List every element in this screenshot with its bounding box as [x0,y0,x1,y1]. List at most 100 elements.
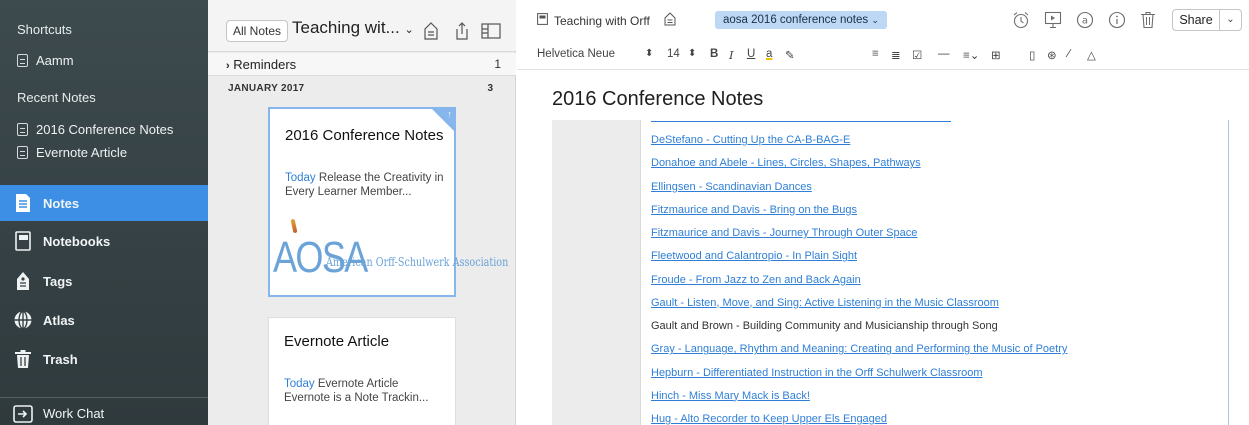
editor-header: Teaching with Orff aosa 2016 conference … [517,0,1249,40]
nav-label: Notebooks [43,233,111,249]
session-link[interactable]: Hug - Alto Recorder to Keep Upper Els En… [651,412,887,425]
session-link[interactable]: DeStefano - Cutting Up the CA-B-BAG-E [651,133,850,147]
checkbox-icon[interactable]: ☑ [912,48,922,62]
nav-label: Atlas [43,312,75,328]
chat-icon [13,404,33,424]
mention-icon[interactable]: a [1074,9,1096,31]
recent-notes-heading: Recent Notes [17,90,96,105]
tag-icon [13,271,33,291]
note-list-header: All Notes Teaching wit... ⌄ [208,0,516,52]
chevron-down-icon: ⌄ [404,24,414,36]
tag-label: aosa 2016 conference notes [723,14,869,26]
chevron-right-icon: › [226,60,230,72]
notes-icon [13,193,33,213]
sidebar-item-notebooks[interactable]: Notebooks [0,223,208,259]
align-icon[interactable]: ≡⌄ [963,48,979,62]
share-label: Share [1173,10,1220,30]
font-family-select[interactable]: Helvetica Neue [537,48,615,60]
chevron-down-icon[interactable]: ⌄ [1220,10,1241,30]
note-body[interactable]: DeStefano - Cutting Up the CA-B-BAG-E Don… [640,120,1229,425]
note-card-date: Today [284,378,315,390]
note-card-date: Today [285,172,316,184]
link-underline-fragment [651,121,951,122]
bold-icon[interactable]: B [710,48,718,60]
shortcut-item[interactable]: Aamm [17,50,74,70]
reminder-alarm-icon[interactable] [1010,9,1032,31]
note-card-title: Evernote Article [284,333,390,350]
note-body-area: DeStefano - Cutting Up the CA-B-BAG-E Don… [552,120,1229,425]
session-link[interactable]: Hepburn - Differentiated Instruction in … [651,366,983,380]
note-title[interactable]: 2016 Conference Notes [552,88,763,111]
notebook-icon [537,13,548,28]
tag-pill[interactable]: aosa 2016 conference notes ⌄ [715,11,887,29]
notebook-selector[interactable]: Teaching with Orff [537,12,676,29]
session-link[interactable]: Froude - From Jazz to Zen and Back Again [651,273,861,287]
divider-icon[interactable]: — [938,48,950,60]
note-card-title: 2016 Conference Notes [285,127,444,144]
underline-icon[interactable]: U [747,48,755,60]
all-notes-button[interactable]: All Notes [226,20,289,42]
session-link[interactable]: Gray - Language, Rhythm and Meaning: Cre… [651,342,1067,356]
note-card-snippet: Today Release the Creativity in Every Le… [285,171,450,199]
sidebar-item-trash[interactable]: Trash [0,341,208,377]
session-link[interactable]: Ellingsen - Scandinavian Dances [651,180,812,194]
recent-note-item[interactable]: Evernote Article [17,142,127,162]
share-notebook-icon[interactable] [451,20,473,42]
bulleted-list-icon[interactable]: ≡ [872,48,879,60]
nav-label: Trash [43,351,78,367]
notebook-name: Teaching with Orff [554,13,650,28]
reminders-toggle[interactable]: › Reminders [226,57,296,72]
note-card[interactable]: ↑ 2016 Conference Notes Today Release th… [268,107,508,297]
notebook-info-icon[interactable] [420,20,442,42]
draw-icon[interactable]: △ [1087,48,1096,62]
italic-icon[interactable]: I [729,48,734,62]
table-icon[interactable]: ⊞ [991,48,1001,62]
note-editor: Teaching with Orff aosa 2016 conference … [517,0,1249,425]
shortcut-label: Aamm [36,52,74,68]
sidebar-item-tags[interactable]: Tags [0,263,208,299]
session-link[interactable]: Fitzmaurice and Davis - Journey Through … [651,226,917,240]
sidebar-item-notes[interactable]: Notes [0,185,208,221]
session-link[interactable]: Gault - Listen, Move, and Sing: Active L… [651,296,999,310]
notebook-title-dropdown[interactable]: Teaching wit... ⌄ [292,18,414,38]
session-link[interactable]: Fitzmaurice and Davis - Bring on the Bug… [651,203,857,217]
svg-text:a: a [1082,16,1088,27]
font-size-select[interactable]: 14 [667,48,680,60]
trash-icon [13,349,33,369]
encrypt-icon[interactable]: ⊛ [1047,48,1057,62]
share-button[interactable]: Share ⌄ [1172,9,1242,31]
month-header: JANUARY 2017 [228,83,305,94]
recent-note-label: 2016 Conference Notes [36,121,174,137]
month-count: 3 [487,83,493,94]
recent-note-item[interactable]: 2016 Conference Notes [17,119,173,139]
attachment-icon[interactable]: ∕ [1068,48,1070,60]
formatting-toolbar: Helvetica Neue ⬍ 14 ⬍ B I U a ✎ ≡ ≣ ☑ — … [517,40,1249,70]
work-chat-button[interactable]: Work Chat [0,397,208,425]
reminders-row[interactable]: › Reminders 1 [208,53,516,76]
nav-label: Notes [43,195,80,211]
numbered-list-icon[interactable]: ≣ [891,48,901,62]
shortcuts-heading: Shortcuts [17,22,72,37]
notebook-title: Teaching wit... [292,18,400,37]
nav-label: Tags [43,273,73,289]
info-icon[interactable] [1106,9,1128,31]
arrow-up-icon: ↑ [447,109,453,119]
note-card[interactable]: Evernote Article Today Evernote Article … [268,317,456,425]
stepper-icon[interactable]: ⬍ [645,48,653,59]
logo-flame [290,218,298,234]
session-link[interactable]: Donahoe and Abele - Lines, Circles, Shap… [651,156,921,170]
microphone-icon[interactable]: ▯ [1029,48,1035,62]
stepper-icon[interactable]: ⬍ [688,48,696,59]
note-icon [17,53,28,67]
present-icon[interactable] [1042,9,1064,31]
text-color-icon[interactable]: a [766,48,772,60]
aosa-logo: AOSA American Orff-Schulwerk Association [272,217,508,287]
chevron-down-icon: ⌄ [871,15,879,25]
note-info-icon[interactable] [664,12,676,29]
sidebar-item-atlas[interactable]: Atlas [0,302,208,338]
session-link[interactable]: Fleetwood and Calantropio - In Plain Sig… [651,249,857,263]
highlighter-icon[interactable]: ✎ [785,48,795,62]
trash-icon[interactable] [1137,9,1159,31]
view-options-icon[interactable] [480,20,502,42]
session-link[interactable]: Hinch - Miss Mary Mack is Back! [651,389,810,403]
